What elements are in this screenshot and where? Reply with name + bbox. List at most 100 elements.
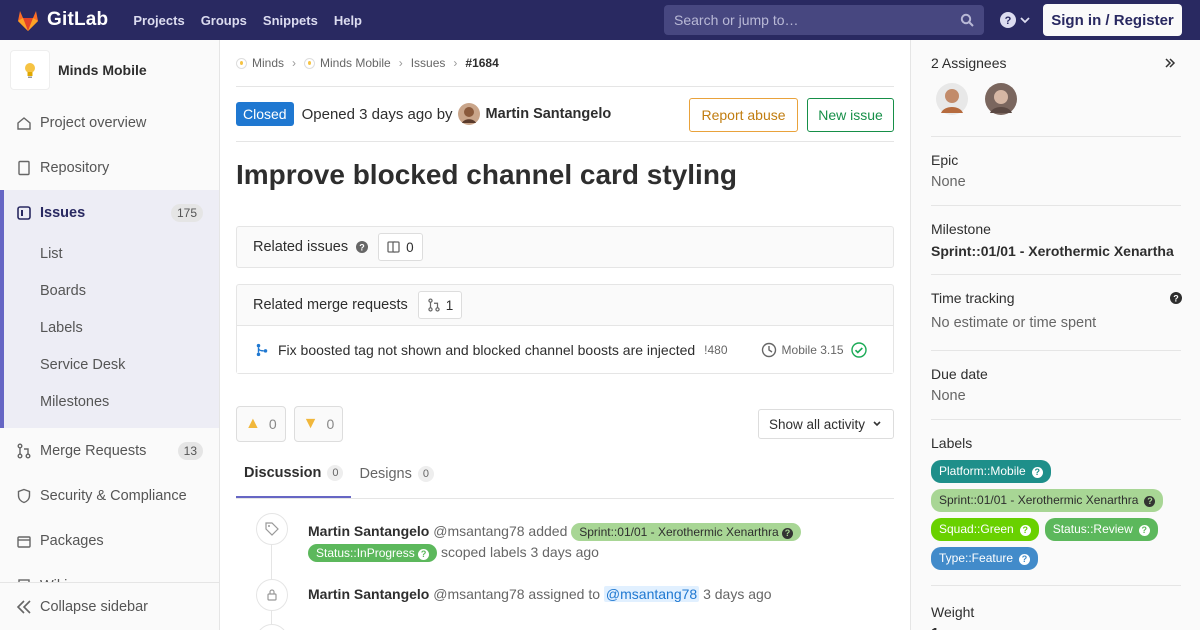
sidebar-item-security[interactable]: Security & Compliance [0, 473, 219, 518]
lightbulb-icon [25, 63, 35, 78]
tab-count: 0 [417, 466, 434, 482]
thumbsdown-icon: ▼ [302, 415, 319, 432]
new-issue-button[interactable]: New issue [807, 98, 894, 132]
minds-mobile-avatar-icon [304, 57, 316, 69]
note-handle[interactable]: @msantang78 [433, 586, 524, 602]
search-input[interactable]: Search or jump to… [664, 5, 984, 35]
nav-snippets[interactable]: Snippets [255, 13, 326, 28]
help-dropdown[interactable]: ? [1000, 12, 1030, 28]
issue-author[interactable]: Martin Santangelo [457, 103, 611, 125]
subnav-list[interactable]: List [4, 235, 219, 272]
related-mr-item[interactable]: Fix boosted tag not shown and blocked ch… [237, 325, 893, 373]
award-emoji-bar: ▲ 0 ▼ 0 [236, 406, 344, 442]
subnav-labels[interactable]: Labels [4, 309, 219, 346]
mr-ref: !480 [704, 342, 728, 357]
question-icon[interactable]: ? [356, 241, 369, 253]
note-target-user[interactable]: @msantang78 [603, 586, 700, 602]
assignees-title: 2 Assignees [931, 55, 1007, 71]
crumb-minds-mobile[interactable]: Minds Mobile [320, 56, 391, 70]
issues-icon [387, 241, 400, 253]
related-mrs-count: 1 [417, 291, 463, 319]
sidebar-item-overview[interactable]: Project overview [0, 100, 219, 145]
thumbsup-button[interactable]: ▲ 0 [236, 406, 286, 442]
sidebar-item-label: Merge Requests [40, 442, 147, 459]
minds-avatar-icon [236, 57, 247, 69]
subnav-milestones[interactable]: Milestones [4, 383, 219, 420]
tab-designs[interactable]: Designs 0 [351, 450, 442, 498]
sign-in-button[interactable]: Sign in / Register [1043, 4, 1182, 36]
avatar[interactable] [985, 83, 1017, 115]
epic-value: None [931, 174, 966, 190]
sidebar-label[interactable]: Type::Feature? [931, 547, 1039, 570]
related-issues-label: Related issues [253, 239, 349, 255]
thumbsdown-button[interactable]: ▼ 0 [293, 406, 344, 442]
question-icon: ? [1144, 496, 1156, 507]
subnav-service-desk[interactable]: Service Desk [4, 346, 219, 383]
scoped-label[interactable]: Status::InProgress ? [308, 544, 438, 562]
collapse-sidebar-button[interactable]: Collapse sidebar [0, 582, 219, 630]
weight-title: Weight [931, 604, 975, 620]
time-tracking-value: No estimate or time spent [931, 315, 1097, 331]
issue-main: Minds › Minds Mobile › Issues › #1684 Cl… [236, 40, 894, 630]
note-author[interactable]: Martin Santangelo [308, 523, 429, 539]
sidebar-item-label: Project overview [40, 114, 147, 131]
sidebar-label-text: Type::Feature [939, 551, 1014, 565]
note-action: assigned to [528, 586, 601, 602]
sidebar-label[interactable]: Status::Review? [1044, 518, 1158, 541]
sidebar-label-text: Sprint::01/01 - Xerothermic Xenarthra [939, 493, 1139, 507]
note-handle[interactable]: @msantang78 [433, 523, 524, 539]
due-date-title: Due date [931, 366, 988, 382]
sidebar-label[interactable]: Platform::Mobile? [931, 460, 1051, 483]
scoped-label[interactable]: Sprint::01/01 - Xerothermic Xenarthra ? [571, 523, 802, 541]
doc-icon [18, 160, 30, 175]
gitlab-fox-icon [18, 11, 38, 31]
nav-groups[interactable]: Groups [193, 13, 255, 28]
subnav-boards[interactable]: Boards [4, 272, 219, 309]
sidebar-item-repository[interactable]: Repository [0, 145, 219, 190]
scoped-label-text: Sprint::01/01 - Xerothermic Xenarthra [579, 525, 779, 539]
opened-text: Opened 3 days ago by [301, 105, 453, 123]
svg-text:?: ? [1173, 294, 1179, 304]
note-author[interactable]: Martin Santangelo [308, 586, 429, 602]
sidebar-item-issues[interactable]: Issues 175 [0, 190, 219, 235]
epic-title: Epic [931, 152, 959, 168]
sidebar-label[interactable]: Sprint::01/01 - Xerothermic Xenarthra? [931, 489, 1164, 512]
avatar[interactable] [936, 83, 968, 115]
milestone-title: Milestone [931, 221, 991, 237]
package-icon [17, 535, 31, 548]
question-icon[interactable]: ? [1170, 292, 1182, 304]
crumb-issues[interactable]: Issues [411, 56, 446, 70]
tab-discussion[interactable]: Discussion 0 [236, 450, 352, 498]
sidebar-label[interactable]: Squad::Green? [931, 518, 1039, 541]
due-date-value: None [931, 388, 966, 404]
tab-label: Discussion [244, 465, 322, 481]
time-tracking-section: Time tracking ? No estimate or time spen… [931, 274, 1182, 351]
thumbsup-count: 0 [268, 416, 277, 432]
sidebar-item-label: Packages [40, 532, 104, 549]
sidebar-item-packages[interactable]: Packages [0, 518, 219, 563]
expand-sidebar-icon[interactable] [1163, 56, 1177, 70]
milestone-value[interactable]: Sprint::01/01 - Xerothermic Xenartha [931, 243, 1181, 259]
report-abuse-button[interactable]: Report abuse [689, 98, 798, 132]
thumbsdown-count: 0 [326, 416, 335, 432]
collapse-label: Collapse sidebar [40, 598, 149, 615]
next-note-icon [256, 624, 288, 630]
project-header[interactable]: Minds Mobile [0, 40, 219, 100]
nav-help[interactable]: Help [326, 13, 370, 28]
chevron-down-icon [873, 421, 881, 427]
issues-icon [17, 205, 31, 220]
home-icon [17, 116, 31, 130]
crumb-issue-id[interactable]: #1684 [465, 56, 498, 70]
crumb-minds[interactable]: Minds [252, 56, 284, 70]
merge-request-icon [17, 443, 31, 458]
sidebar-item-merge-requests[interactable]: Merge Requests 13 [0, 428, 219, 473]
mr-milestone: Mobile 3.15 [781, 342, 844, 357]
project-sidebar: Minds Mobile Project overview Repository… [0, 40, 220, 630]
assignees-section: 2 Assignees [931, 40, 1181, 137]
gitlab-logo[interactable]: GitLab [16, 9, 108, 31]
activity-filter-dropdown[interactable]: Show all activity [758, 409, 894, 439]
related-issues-block: Related issues ? 0 [236, 226, 894, 268]
svg-text:?: ? [359, 243, 365, 253]
chevron-right-icon: › [292, 56, 297, 70]
nav-projects[interactable]: Projects [125, 13, 192, 28]
